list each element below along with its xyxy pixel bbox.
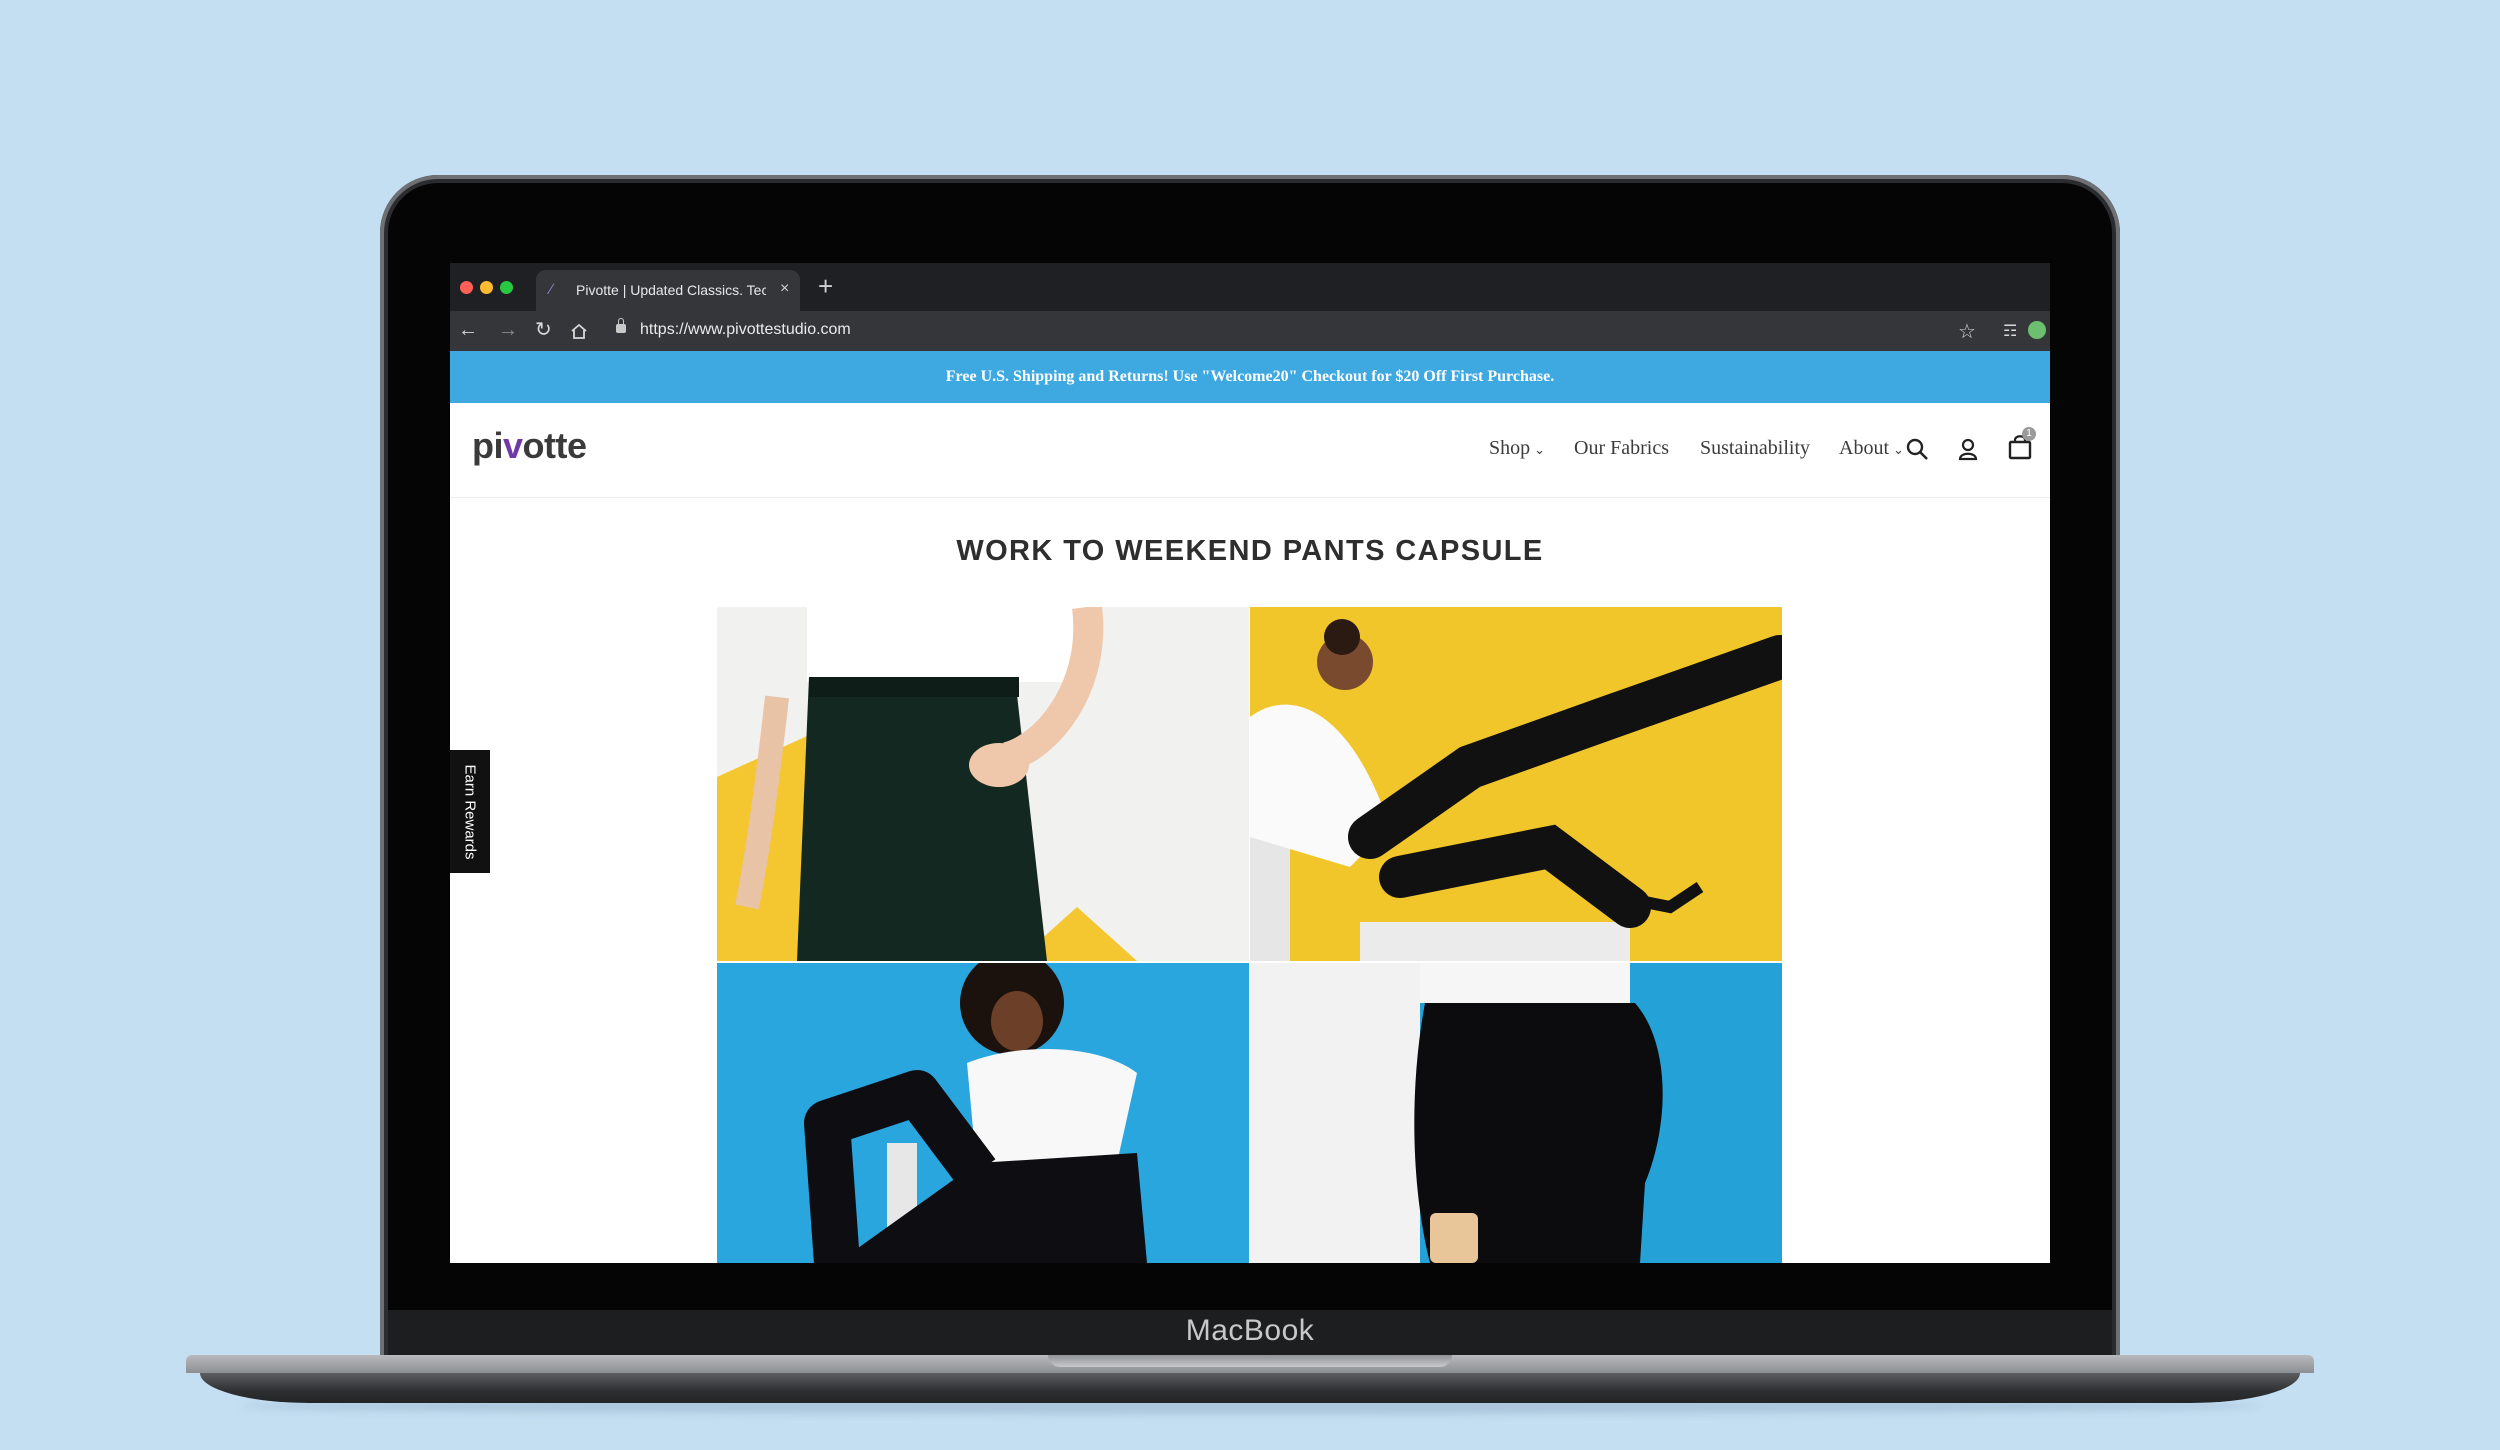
window-minimize-button[interactable] bbox=[480, 281, 493, 294]
logo-text-start: pi bbox=[472, 425, 504, 466]
browser-toolbar: ← → ↻ https://www.pivottestudio.com ☆ ☶ bbox=[450, 311, 2050, 351]
product-image-4[interactable] bbox=[1250, 963, 1782, 1263]
screen: ∕ Pivotte | Updated Classics. Tec × + ← … bbox=[450, 263, 2050, 1263]
nav-sustainability[interactable]: Sustainability bbox=[1700, 437, 1810, 460]
home-icon[interactable] bbox=[570, 323, 588, 344]
forward-arrow-icon[interactable]: → bbox=[498, 320, 518, 340]
account-icon[interactable] bbox=[1957, 437, 1979, 466]
product-image-1[interactable] bbox=[717, 607, 1249, 961]
nav-shop-label: Shop bbox=[1489, 437, 1531, 459]
laptop-base-bottom bbox=[200, 1373, 2300, 1403]
profile-avatar[interactable] bbox=[2028, 321, 2046, 339]
search-icon[interactable] bbox=[1905, 437, 1929, 466]
nav-about[interactable]: About ⌄ bbox=[1839, 437, 1904, 460]
window-close-button[interactable] bbox=[460, 281, 473, 294]
nav-shop[interactable]: Shop ⌄ bbox=[1489, 437, 1545, 460]
lock-icon bbox=[616, 318, 626, 333]
product-image-grid bbox=[717, 607, 1782, 1263]
incognito-icon[interactable]: ☶ bbox=[2003, 321, 2017, 341]
site-header: pivotte Shop ⌄ Our Fabrics Sustainability… bbox=[450, 403, 2050, 498]
browser-tab-bar: ∕ Pivotte | Updated Classics. Tec × + bbox=[450, 263, 2050, 311]
cart-count-badge: 1 bbox=[2022, 427, 2036, 441]
nav-our-fabrics[interactable]: Our Fabrics bbox=[1574, 437, 1669, 460]
logo-accent: v bbox=[503, 425, 523, 466]
chevron-down-icon: ⌄ bbox=[1893, 442, 1904, 457]
tab-close-button[interactable]: × bbox=[780, 280, 789, 298]
laptop-hinge-notch bbox=[1048, 1355, 1452, 1367]
product-image-3[interactable] bbox=[717, 963, 1249, 1263]
nav-about-label: About bbox=[1839, 437, 1889, 459]
chevron-down-icon: ⌄ bbox=[1534, 442, 1546, 457]
announcement-bar[interactable]: Free U.S. Shipping and Returns! Use "Wel… bbox=[450, 351, 2050, 403]
star-icon[interactable]: ☆ bbox=[1958, 319, 1976, 344]
tab-title: Pivotte | Updated Classics. Tec bbox=[576, 282, 766, 298]
new-tab-button[interactable]: + bbox=[818, 271, 833, 302]
reload-icon[interactable]: ↻ bbox=[535, 320, 552, 340]
product-image-2[interactable] bbox=[1250, 607, 1782, 961]
collection-title: WORK TO WEEKEND PANTS CAPSULE bbox=[956, 535, 1544, 567]
window-maximize-button[interactable] bbox=[500, 281, 513, 294]
earn-rewards-label: Earn Rewards bbox=[461, 764, 479, 860]
logo-text-end: otte bbox=[522, 425, 588, 466]
site-logo[interactable]: pivotte bbox=[472, 425, 587, 467]
earn-rewards-tab[interactable]: Earn Rewards bbox=[450, 750, 490, 873]
back-arrow-icon[interactable]: ← bbox=[458, 320, 478, 340]
browser-tab[interactable]: ∕ Pivotte | Updated Classics. Tec × bbox=[536, 270, 800, 311]
url-field[interactable]: https://www.pivottestudio.com bbox=[640, 321, 851, 339]
device-label: MacBook bbox=[1185, 1314, 1315, 1347]
favicon-icon: ∕ bbox=[550, 281, 553, 298]
